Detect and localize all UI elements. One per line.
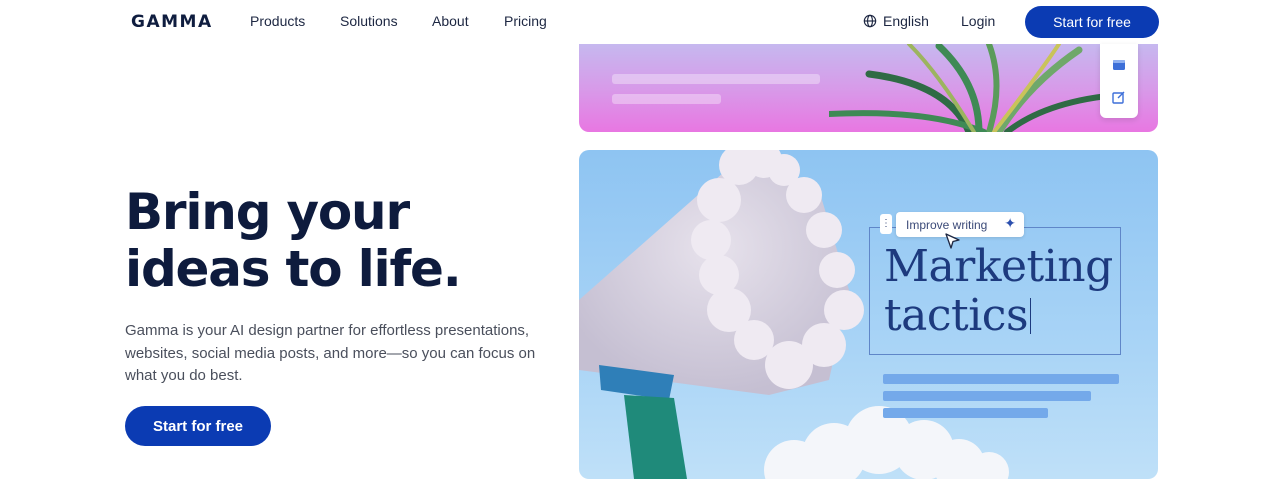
nav-products[interactable]: Products	[250, 13, 305, 29]
nav-solutions[interactable]: Solutions	[340, 13, 398, 29]
headline-line-1: Bring your	[125, 183, 410, 241]
placeholder-bar	[883, 374, 1119, 384]
preview-title[interactable]: Marketing tactics	[884, 242, 1124, 340]
nav-about[interactable]: About	[432, 13, 469, 29]
text-caret	[1030, 298, 1032, 334]
card-layout-icon[interactable]	[1112, 58, 1126, 72]
top-navigation: GAMMA Products Solutions About Pricing E…	[0, 0, 1280, 44]
sparkle-icon: ✦	[1004, 215, 1016, 231]
start-for-free-hero-button[interactable]: Start for free	[125, 406, 271, 446]
placeholder-bar	[883, 408, 1048, 418]
preview-title-line-1: Marketing	[884, 241, 1113, 292]
login-link[interactable]: Login	[961, 13, 995, 29]
preview-title-line-2: tactics	[884, 290, 1029, 341]
placeholder-bar	[883, 391, 1091, 401]
language-selector[interactable]: English	[863, 13, 929, 29]
placeholder-bar	[612, 74, 820, 84]
start-for-free-nav-button[interactable]: Start for free	[1025, 6, 1159, 38]
nav-pricing[interactable]: Pricing	[504, 13, 547, 29]
language-label: English	[883, 13, 929, 29]
drag-handle-icon[interactable]: ⋮	[880, 214, 892, 234]
gamma-logo[interactable]: GAMMA	[131, 12, 213, 32]
hero-headline: Bring your ideas to life.	[125, 184, 545, 298]
headline-line-2: ideas to life.	[125, 240, 462, 298]
preview-card-top	[579, 44, 1158, 132]
placeholder-bar	[612, 94, 721, 104]
improve-writing-label: Improve writing	[906, 217, 988, 232]
edit-icon[interactable]	[1112, 90, 1126, 104]
hero-subtext: Gamma is your AI design partner for effo…	[125, 322, 536, 384]
globe-icon	[863, 14, 877, 28]
side-toolbar	[1100, 44, 1138, 118]
